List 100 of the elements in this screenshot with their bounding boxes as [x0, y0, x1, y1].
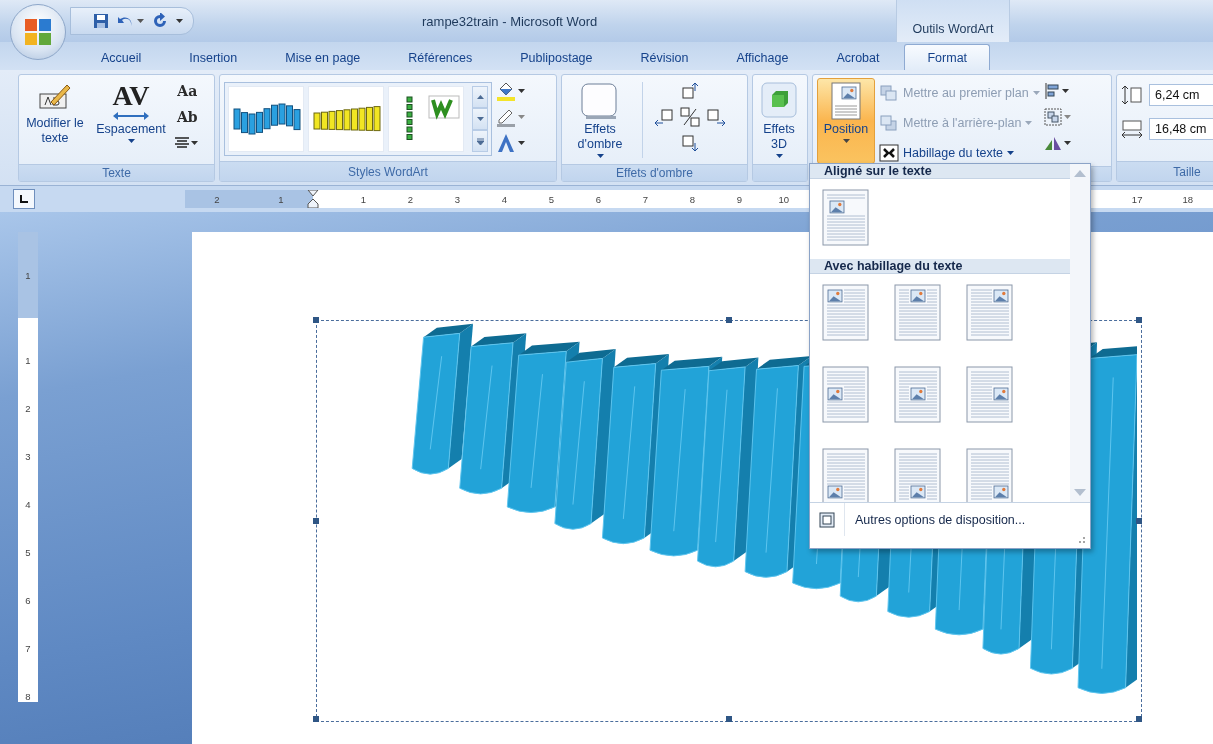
office-logo-icon: [23, 17, 53, 47]
arrange-command[interactable]: Habillage du texte: [879, 140, 1040, 166]
ruler-number: 8: [25, 690, 31, 702]
group-objects-button[interactable]: [1043, 106, 1071, 128]
layout-frame-icon: [819, 511, 835, 528]
edit-text-button[interactable]: Modifier le texte: [23, 78, 87, 164]
width-field[interactable]: 16,48 cm: [1149, 118, 1213, 140]
height-field[interactable]: 6,24 cm: [1149, 84, 1213, 106]
resize-handle[interactable]: [313, 317, 319, 323]
shadow-toggle-icon: [680, 107, 700, 127]
window-title: rampe32train - Microsoft Word: [422, 13, 598, 29]
caret-icon: [1025, 121, 1033, 125]
group-label: Styles WordArt: [220, 161, 556, 181]
ribbon-tab[interactable]: Mise en page: [262, 44, 384, 70]
nudge-right-icon: [706, 108, 726, 126]
gallery-scroll-up-button[interactable]: [472, 86, 488, 108]
resize-handle[interactable]: [1136, 518, 1142, 524]
ruler-number: 1: [25, 269, 31, 281]
resize-handle[interactable]: [313, 518, 319, 524]
ruler-number: 1: [278, 193, 284, 205]
caret-icon: [842, 139, 850, 143]
rounded-square-icon: [580, 82, 620, 120]
pen-icon: [496, 107, 516, 127]
up-arrow-icon: [476, 95, 484, 99]
caret-icon: [137, 19, 144, 23]
wordart-style-thumbnail[interactable]: [308, 86, 384, 152]
align-objects-button[interactable]: [1043, 80, 1071, 102]
caret-icon: [476, 117, 484, 121]
ribbon-tab[interactable]: Format: [904, 44, 991, 70]
ribbon-tab[interactable]: Acrobat: [813, 44, 903, 70]
customize-toolbar-button[interactable]: [176, 19, 183, 23]
caret-icon: [596, 154, 604, 158]
redo-button[interactable]: [152, 13, 168, 29]
tab-stop-button[interactable]: [13, 189, 35, 209]
resize-handle[interactable]: [313, 716, 319, 722]
nudge-up-button[interactable]: [681, 80, 699, 102]
more-layout-options-item[interactable]: Autres options de disposition...: [810, 502, 1090, 536]
ruler-number: 3: [453, 193, 460, 205]
ribbon-tab[interactable]: Publipostage: [497, 44, 616, 70]
page-layout-icon: [822, 189, 870, 247]
ruler-number: 8: [688, 193, 695, 205]
height-icon: [1121, 85, 1143, 105]
ribbon-tab[interactable]: Révision: [617, 44, 712, 70]
resize-handle[interactable]: [1136, 317, 1142, 323]
ruler-number: 7: [25, 642, 31, 654]
page-layout-icon: [894, 366, 942, 424]
position-button[interactable]: Position: [817, 78, 875, 164]
resize-handle[interactable]: [1136, 716, 1142, 722]
more-icon: [476, 137, 484, 145]
ruler-number: 9: [735, 193, 742, 205]
text-format-button[interactable]: Ab: [175, 106, 200, 128]
resize-handle[interactable]: [726, 716, 732, 722]
nudge-down-icon: [681, 134, 699, 152]
save-button[interactable]: [93, 13, 109, 29]
caret-icon: [518, 115, 525, 119]
ruler-number: 4: [500, 193, 507, 205]
caret-icon: [191, 141, 198, 145]
letter-shape-icon: [496, 133, 516, 153]
resize-handle[interactable]: [726, 317, 732, 323]
shadow-toggle-button[interactable]: [680, 106, 700, 128]
ruler-number: 6: [25, 594, 31, 606]
gallery-more-button[interactable]: [472, 130, 488, 152]
menu-section-header: Avec habillage du texte: [810, 259, 1070, 274]
width-icon: [1121, 119, 1143, 139]
resize-grip-icon[interactable]: [1078, 536, 1086, 544]
wordart-style-thumbnail[interactable]: [388, 86, 464, 152]
page-layout-icon: [966, 284, 1014, 342]
group-objects-icon: [1043, 108, 1062, 126]
indent-marker[interactable]: [307, 190, 319, 208]
ruler-number: 2: [406, 193, 413, 205]
shadow-effects-button[interactable]: Effets d'ombre: [566, 78, 634, 164]
nudge-right-button[interactable]: [706, 106, 726, 128]
ribbon-tab[interactable]: Références: [385, 44, 496, 70]
caret-icon: [1061, 89, 1069, 93]
cube-icon: [761, 82, 797, 120]
spacing-button[interactable]: AV Espacement: [91, 78, 171, 164]
ruler-number: 6: [594, 193, 601, 205]
send-backward-icon: [879, 114, 899, 132]
nudge-left-icon: [654, 108, 674, 126]
change-shape-button[interactable]: [496, 132, 525, 154]
ribbon-tab[interactable]: Affichage: [713, 44, 812, 70]
wordart-style-thumbnail[interactable]: [228, 86, 304, 152]
group-label: Texte: [19, 164, 214, 181]
text-format-button[interactable]: Aa: [175, 80, 200, 102]
nudge-down-button[interactable]: [681, 132, 699, 154]
ribbon-tab[interactable]: Accueil: [78, 44, 165, 70]
ruler-number: 10: [777, 193, 789, 205]
page-layout-icon: [822, 366, 870, 424]
gallery-scroll-down-button[interactable]: [472, 108, 488, 130]
group-label: Taille: [1117, 161, 1213, 181]
align-icon: [175, 137, 189, 149]
nudge-left-button[interactable]: [654, 106, 674, 128]
caret-icon: [176, 19, 183, 23]
caret-icon: [518, 89, 525, 93]
page-layout-icon: [894, 284, 942, 342]
caret-icon: [1032, 91, 1040, 95]
caret-icon: [518, 141, 525, 145]
ribbon-tab[interactable]: Insertion: [166, 44, 261, 70]
fill-color-button[interactable]: [496, 80, 525, 102]
menu-section-header: Aligné sur le texte: [810, 164, 1070, 179]
